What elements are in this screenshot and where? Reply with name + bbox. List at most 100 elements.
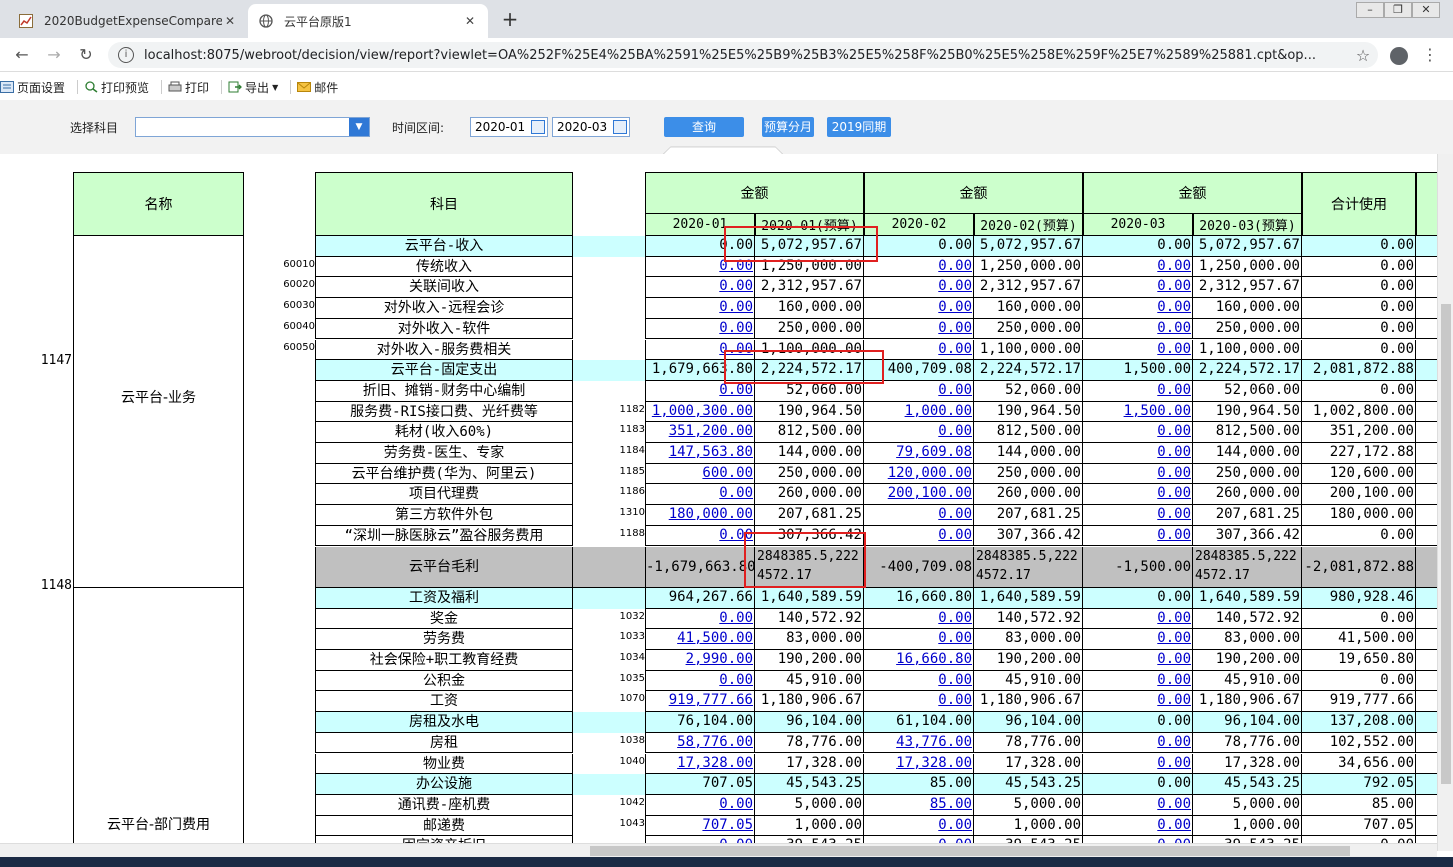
amount-link[interactable]: 0.00 [645,318,755,340]
calendar-icon[interactable] [613,120,627,134]
browser-tab-cloud-platform[interactable]: 云平台原版1 ✕ [248,4,488,38]
horizontal-scrollbar[interactable] [0,843,1437,857]
vertical-scrollbar[interactable] [1437,154,1453,851]
amount-link[interactable]: 0.00 [1083,318,1193,340]
query-button[interactable]: 查询 [664,117,744,137]
amount-link[interactable]: 0.00 [1083,753,1193,775]
amount-link[interactable]: 17,328.00 [645,753,755,775]
amount-link[interactable]: 0.00 [645,484,755,506]
same-period-2019-button[interactable]: 2019同期 [827,117,891,137]
amount-link[interactable]: 0.00 [645,794,755,816]
amount-link[interactable]: 351,200.00 [645,422,755,443]
new-tab-button[interactable]: + [498,8,522,32]
amount-link[interactable]: 0.00 [1083,463,1193,485]
amount-link[interactable]: 0.00 [864,277,974,299]
amount-link[interactable]: 0.00 [645,277,755,299]
print-preview-button[interactable]: 打印预览 [84,79,149,96]
amount-link[interactable]: 0.00 [864,815,974,837]
amount-link[interactable]: 707.05 [645,815,755,837]
amount-link[interactable]: 147,563.80 [645,443,755,464]
amount-link[interactable]: 58,776.00 [645,732,755,754]
amount-link[interactable]: 0.00 [1083,484,1193,506]
amount-link[interactable]: 0.00 [1083,608,1193,630]
amount-link[interactable]: 0.00 [1083,525,1193,547]
calendar-icon[interactable] [531,120,545,134]
amount-link[interactable]: 0.00 [1083,794,1193,816]
amount-link[interactable]: 0.00 [1083,815,1193,837]
amount-link[interactable]: 0.00 [645,525,755,547]
dropdown-arrow-icon[interactable]: ▼ [349,118,369,136]
amount-link[interactable]: 0.00 [645,670,755,692]
amount-link[interactable]: 0.00 [1083,422,1193,443]
amount-cell: 2,224,572.17 [974,360,1083,381]
amount-link[interactable]: 0.00 [1083,629,1193,650]
amount-link[interactable]: 0.00 [864,691,974,713]
amount-link[interactable]: 0.00 [645,608,755,630]
browser-menu-icon[interactable]: ⋮ [1422,46,1438,64]
subject-cell: 对外收入-软件 [315,318,573,340]
amount-link[interactable]: 1,000,300.00 [645,401,755,423]
mail-button[interactable]: 邮件 [297,79,338,96]
amount-link[interactable]: 1,000.00 [864,401,974,423]
amount-link[interactable]: 0.00 [1083,670,1193,692]
amount-link[interactable]: 0.00 [645,298,755,319]
close-window-button[interactable]: ✕ [1412,2,1440,18]
amount-link[interactable]: 919,777.66 [645,691,755,713]
amount-link[interactable]: 0.00 [864,298,974,319]
amount-link[interactable]: 0.00 [1083,732,1193,754]
amount-link[interactable]: 0.00 [1083,256,1193,278]
bookmark-star-icon[interactable]: ☆ [1348,46,1378,65]
url-text[interactable]: localhost:8075/webroot/decision/view/rep… [144,48,1348,63]
amount-link[interactable]: 1,500.00 [1083,401,1193,423]
subject-select[interactable]: ▼ [135,117,370,137]
amount-link[interactable]: 0.00 [1083,505,1193,526]
info-icon[interactable]: i [118,47,134,63]
date-from-input[interactable]: 2020-01 [470,117,548,137]
amount-link[interactable]: 16,660.80 [864,650,974,671]
amount-link[interactable]: 200,100.00 [864,484,974,506]
amount-link[interactable]: 0.00 [864,505,974,526]
amount-link[interactable]: 0.00 [864,629,974,650]
page-setup-button[interactable]: 页面设置 [0,79,65,96]
back-arrow-icon[interactable]: ← [10,43,34,67]
url-omnibox[interactable]: i localhost:8075/webroot/decision/view/r… [108,42,1378,68]
minimize-window-button[interactable]: – [1356,2,1384,18]
amount-link[interactable]: 0.00 [1083,650,1193,671]
amount-link[interactable]: 0.00 [864,525,974,547]
amount-link[interactable]: 0.00 [1083,691,1193,713]
export-dropdown-button[interactable]: 导出 ▼ [228,79,278,96]
restore-window-button[interactable]: ❐ [1384,2,1412,18]
forward-arrow-icon[interactable]: → [42,43,66,67]
account-avatar-icon[interactable] [1390,47,1408,65]
amount-link[interactable]: 17,328.00 [864,753,974,775]
amount-link[interactable]: 0.00 [1083,277,1193,299]
browser-tab-budget[interactable]: 2020BudgetExpenseCompare_ ✕ [8,4,248,38]
amount-link[interactable]: 2,990.00 [645,650,755,671]
amount-link[interactable]: 0.00 [864,670,974,692]
subject-cell: 公积金 [315,670,573,692]
amount-link[interactable]: 0.00 [1083,443,1193,464]
amount-link[interactable]: 0.00 [864,318,974,340]
amount-link[interactable]: 41,500.00 [645,629,755,650]
amount-link[interactable]: 0.00 [864,422,974,443]
amount-link[interactable]: 120,000.00 [864,463,974,485]
amount-link[interactable]: 0.00 [1083,339,1193,361]
scroll-thumb[interactable] [590,846,1350,856]
amount-link[interactable]: 600.00 [645,463,755,485]
amount-link[interactable]: 85.00 [864,794,974,816]
date-to-input[interactable]: 2020-03 [552,117,630,137]
amount-link[interactable]: 0.00 [864,256,974,278]
amount-link[interactable]: 0.00 [1083,298,1193,319]
collapse-panel-handle[interactable] [662,146,784,155]
scroll-thumb[interactable] [1441,304,1451,784]
close-tab-icon[interactable]: ✕ [462,14,478,28]
amount-link[interactable]: 0.00 [1083,380,1193,402]
amount-link[interactable]: 79,609.08 [864,443,974,464]
amount-link[interactable]: 0.00 [864,608,974,630]
amount-link[interactable]: 43,776.00 [864,732,974,754]
reload-icon[interactable]: ↻ [74,43,98,67]
print-button[interactable]: 打印 [168,79,209,96]
amount-link[interactable]: 180,000.00 [645,505,755,526]
close-tab-icon[interactable]: ✕ [222,14,238,28]
budget-monthly-button[interactable]: 预算分月 [762,117,814,137]
